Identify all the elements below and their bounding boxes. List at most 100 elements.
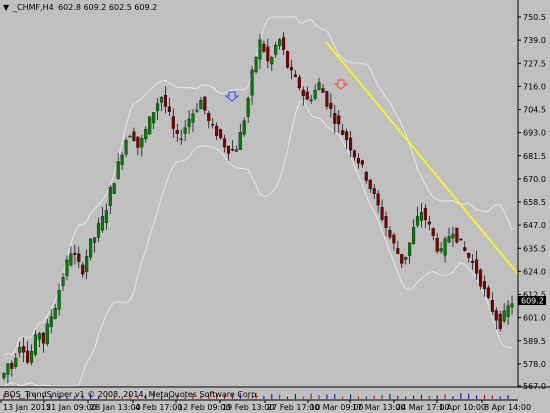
up-candle [199,100,203,110]
up-candle [37,333,41,340]
up-candle [159,97,164,103]
up-candle [404,256,408,260]
down-candle [297,77,301,89]
down-candle [368,179,372,189]
up-candle [408,242,412,256]
down-candle [325,91,329,107]
down-candle [293,74,297,77]
price-label: 727.5 [523,59,546,68]
price-label: 635.5 [523,244,546,253]
down-candle [230,148,234,151]
down-candle [427,221,431,225]
down-candle [384,216,388,228]
up-candle [6,363,10,375]
price-label: 670.0 [523,175,546,184]
price-label: 716.0 [523,82,546,91]
down-candle [41,332,45,344]
ohlc-values: 602.8 609.2 602.5 609.2 [58,3,157,12]
down-candle [352,150,357,158]
down-candle [380,207,384,220]
up-candle [14,357,18,367]
up-candle [250,69,254,96]
down-candle [372,188,376,194]
down-candle [26,350,30,363]
up-candle [309,99,313,102]
down-candle [219,129,223,139]
current-price-marker: 609.2 [518,296,546,306]
down-candle [486,287,490,298]
up-candle [270,57,274,65]
down-candle [435,238,439,252]
down-candle [471,260,475,263]
up-candle [419,212,423,221]
down-candle [329,102,333,109]
down-candle [207,112,211,122]
up-candle [183,127,187,134]
down-candle [467,253,471,258]
up-candle [104,210,108,224]
down-candle [321,88,325,93]
up-candle [179,138,183,141]
up-candle [152,112,156,124]
down-candle [305,91,309,100]
symbol-timeframe: _CHMF,H4 [12,3,54,12]
up-candle [191,113,195,123]
up-candle [108,187,112,206]
up-candle [53,308,57,319]
down-candle [431,228,435,237]
up-candle [57,290,61,310]
price-label: 693.0 [523,129,546,138]
up-candle [89,238,93,258]
collapse-icon[interactable]: ▼ [3,3,10,12]
down-candle [482,281,487,290]
up-candle [506,305,510,318]
down-candle [392,234,396,244]
price-label: 647.0 [523,221,546,230]
down-candle [356,158,360,164]
down-candle [163,94,167,107]
price-label: 589.5 [523,337,546,346]
down-candle [459,238,463,241]
price-label: 750.5 [523,13,546,22]
down-candle [222,138,227,148]
down-candle [266,46,270,62]
down-candle [285,51,290,68]
up-candle [49,316,53,328]
up-candle [69,253,73,266]
up-candle [140,138,144,148]
down-candle [282,37,286,50]
up-candle [45,323,49,345]
up-candle [313,90,317,99]
price-chart[interactable]: 750.5 739.0 727.5 716.0 704.5 693.0 681.5 670.0… [0,0,550,413]
up-candle [443,238,447,256]
down-candle [171,116,175,129]
up-candle [93,237,97,243]
up-candle [451,233,455,239]
down-candle [136,136,140,148]
up-candle [85,256,89,272]
down-candle [10,363,14,369]
down-candle [463,247,467,251]
time-label: 13 Jan 2015 [3,403,51,412]
down-candle [337,115,341,125]
up-candle [100,215,104,231]
up-candle [502,310,506,322]
up-candle [246,98,250,117]
time-label: 4 Feb 17:00 [135,403,182,412]
up-candle [415,215,420,226]
price-label: 739.0 [523,36,546,45]
down-candle [333,113,337,124]
price-label: 624.0 [523,267,546,276]
price-label: 704.5 [523,106,546,115]
up-candle [238,132,242,150]
down-candle [349,137,353,151]
up-candle [254,56,258,73]
up-candle [274,44,278,55]
down-candle [455,227,459,243]
down-candle [215,125,219,137]
current-price-label: 609.2 [521,297,544,306]
price-label: 658.5 [523,198,546,207]
down-candle [396,248,400,254]
down-candle [167,106,171,112]
down-candle [73,252,77,255]
